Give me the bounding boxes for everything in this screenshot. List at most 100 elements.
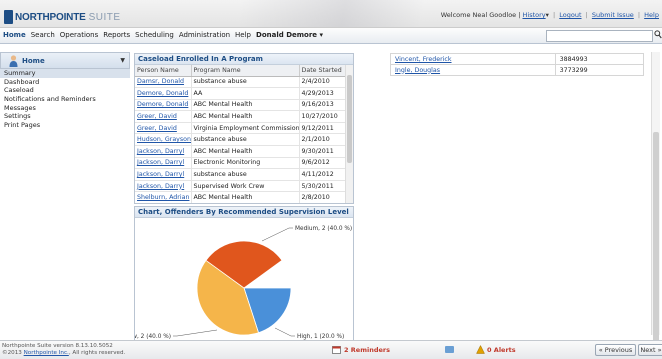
pie-label-leader <box>261 227 293 242</box>
menu-administration[interactable]: Administration <box>179 31 230 39</box>
column-header-date[interactable]: Date Started <box>299 65 347 77</box>
page-scrollbar-thumb[interactable] <box>653 132 659 352</box>
offender-link[interactable]: Ingle, Douglas <box>395 67 440 74</box>
previous-button[interactable]: « Previous <box>595 344 636 356</box>
date-cell: 9/12/2011 <box>299 122 347 135</box>
footer: Northpointe Suite version 8.13.10.5052 ©… <box>0 340 662 359</box>
scrollbar-thumb[interactable] <box>347 75 352 163</box>
person-name-cell[interactable]: Jackson, Darryl <box>135 145 192 158</box>
person-link[interactable]: Jackson, Darryl <box>137 183 184 190</box>
person-link[interactable]: Jackson, Darryl <box>137 159 184 166</box>
menu-home[interactable]: Home <box>3 31 26 39</box>
date-cell: 5/30/2011 <box>299 180 347 193</box>
sidebar-item-notifications[interactable]: Notifications and Reminders <box>0 95 130 104</box>
person-link[interactable]: Demore, Donald <box>137 101 188 108</box>
offender-link[interactable]: Vincent, Frederick <box>395 56 452 63</box>
alerts-link[interactable]: 0 Alerts <box>487 346 516 354</box>
sidebar-item-dashboard[interactable]: Dashboard <box>0 78 130 87</box>
table-row[interactable]: Shelburn, Adrian ABC Mental Health 2/8/201… <box>135 191 347 203</box>
caseload-scrollbar[interactable] <box>345 65 353 203</box>
menu-help[interactable]: Help <box>235 31 251 39</box>
date-cell: 9/16/2013 <box>299 99 347 112</box>
menu-user[interactable]: Donald Demore ▾ <box>256 31 323 39</box>
calendar-icon[interactable] <box>332 345 341 354</box>
person-name-cell[interactable]: Shelburn, Adrian <box>135 191 192 203</box>
sidebar-item-settings[interactable]: Settings <box>0 112 130 121</box>
offender-name-cell[interactable]: Vincent, Frederick <box>390 53 556 65</box>
table-row[interactable]: Damsr, Donald substance abuse 2/4/2010 <box>135 76 347 89</box>
chevron-down-icon: ▾ <box>319 31 324 39</box>
history-link[interactable]: History <box>523 11 546 19</box>
sidebar-header[interactable]: Home ▼ <box>0 52 130 69</box>
person-link[interactable]: Shelburn, Adrian <box>137 194 189 201</box>
column-header-person[interactable]: Person Name <box>135 65 192 77</box>
person-link[interactable]: Jackson, Darryl <box>137 171 184 178</box>
table-row[interactable]: Demore, Donald ABC Mental Health 9/16/2013 <box>135 99 347 112</box>
reminders-link[interactable]: 2 Reminders <box>344 346 390 354</box>
offender-name-cell[interactable]: Ingle, Douglas <box>390 64 556 76</box>
message-icon[interactable] <box>445 346 454 353</box>
sidebar-item-caseload[interactable]: Caseload <box>0 86 130 95</box>
offender-id-cell: 3773299 <box>554 64 645 76</box>
table-row[interactable]: Jackson, Darryl ABC Mental Health 9/30/201… <box>135 145 347 158</box>
date-cell: 2/4/2010 <box>299 76 347 89</box>
person-link[interactable]: Greer, David <box>137 113 177 120</box>
program-cell: substance abuse <box>191 76 300 89</box>
user-avatar-icon <box>9 55 18 67</box>
person-name-cell[interactable]: Jackson, Darryl <box>135 157 192 170</box>
table-row[interactable]: Greer, David Virginia Employment Commissi… <box>135 122 347 135</box>
table-row[interactable]: Ingle, Douglas 3773299 <box>390 64 645 76</box>
sidebar-item-summary[interactable]: Summary <box>0 69 130 78</box>
menu-user-name: Donald Demore <box>256 31 318 39</box>
person-name-cell[interactable]: Jackson, Darryl <box>135 168 192 181</box>
menu-search[interactable]: Search <box>31 31 55 39</box>
person-link[interactable]: Greer, David <box>137 125 177 132</box>
table-row[interactable]: Jackson, Darryl Supervised Work Crew 5/30/… <box>135 180 347 193</box>
person-link[interactable]: Damsr, Donald <box>137 78 184 85</box>
person-name-cell[interactable]: Demore, Donald <box>135 99 192 112</box>
person-link[interactable]: Hudson, Grayson <box>137 136 190 143</box>
menu-scheduling[interactable]: Scheduling <box>135 31 174 39</box>
table-row[interactable]: Hudson, Grayson substance abuse 2/1/2010 <box>135 133 347 147</box>
next-button[interactable]: Next » <box>638 344 662 356</box>
menu-operations[interactable]: Operations <box>60 31 98 39</box>
sidebar-item-messages[interactable]: Messages <box>0 104 130 113</box>
person-link[interactable]: Jackson, Darryl <box>137 148 184 155</box>
program-cell: ABC Mental Health <box>191 191 300 203</box>
history-arrow-icon[interactable]: ▾ <box>546 11 549 19</box>
chart-panel: Chart, Offenders By Recommended Supervis… <box>134 206 354 343</box>
person-name-cell[interactable]: Greer, David <box>135 122 192 135</box>
submit-issue-link[interactable]: Submit Issue <box>592 11 634 19</box>
sidebar-title: Home <box>22 57 45 65</box>
pie-label-leader <box>173 329 218 337</box>
menu-reports[interactable]: Reports <box>103 31 130 39</box>
date-cell: 9/30/2011 <box>299 145 347 158</box>
page-scrollbar[interactable] <box>651 52 660 352</box>
sidebar-item-print-pages[interactable]: Print Pages <box>0 121 130 130</box>
table-row[interactable]: Greer, David ABC Mental Health 10/27/2010 <box>135 110 347 123</box>
alert-icon[interactable] <box>476 345 485 354</box>
offender-id-cell: 3884993 <box>554 53 645 65</box>
search-icon[interactable] <box>654 30 662 39</box>
table-row[interactable]: Vincent, Frederick 3884993 <box>390 53 645 65</box>
table-row[interactable]: Jackson, Darryl substance abuse 4/11/2012 <box>135 168 347 181</box>
person-name-cell[interactable]: Jackson, Darryl <box>135 180 192 193</box>
person-name-cell[interactable]: Damsr, Donald <box>135 76 192 89</box>
column-header-program[interactable]: Program Name <box>191 65 300 77</box>
logout-link[interactable]: Logout <box>559 11 581 19</box>
program-cell: ABC Mental Health <box>191 145 300 158</box>
person-name-cell[interactable]: Greer, David <box>135 110 192 123</box>
help-link[interactable]: Help <box>644 11 659 19</box>
table-row[interactable]: Demore, Donald AA 4/29/2013 <box>135 87 347 100</box>
person-name-cell[interactable]: Hudson, Grayson <box>135 133 192 147</box>
program-cell: ABC Mental Health <box>191 110 300 123</box>
search-input[interactable] <box>546 30 653 42</box>
table-row[interactable]: Jackson, Darryl Electronic Monitoring 9/6/… <box>135 157 347 170</box>
person-link[interactable]: Demore, Donald <box>137 90 188 97</box>
northpointe-link[interactable]: Northpointe Inc. <box>24 350 69 356</box>
sidebar: Home ▼ Summary Dashboard Caseload Notifi… <box>0 52 130 332</box>
date-cell: 4/29/2013 <box>299 87 347 100</box>
chevron-down-icon[interactable]: ▼ <box>120 57 125 64</box>
person-name-cell[interactable]: Demore, Donald <box>135 87 192 100</box>
app-logo[interactable]: NORTHPOINTE SUITE <box>4 8 121 26</box>
